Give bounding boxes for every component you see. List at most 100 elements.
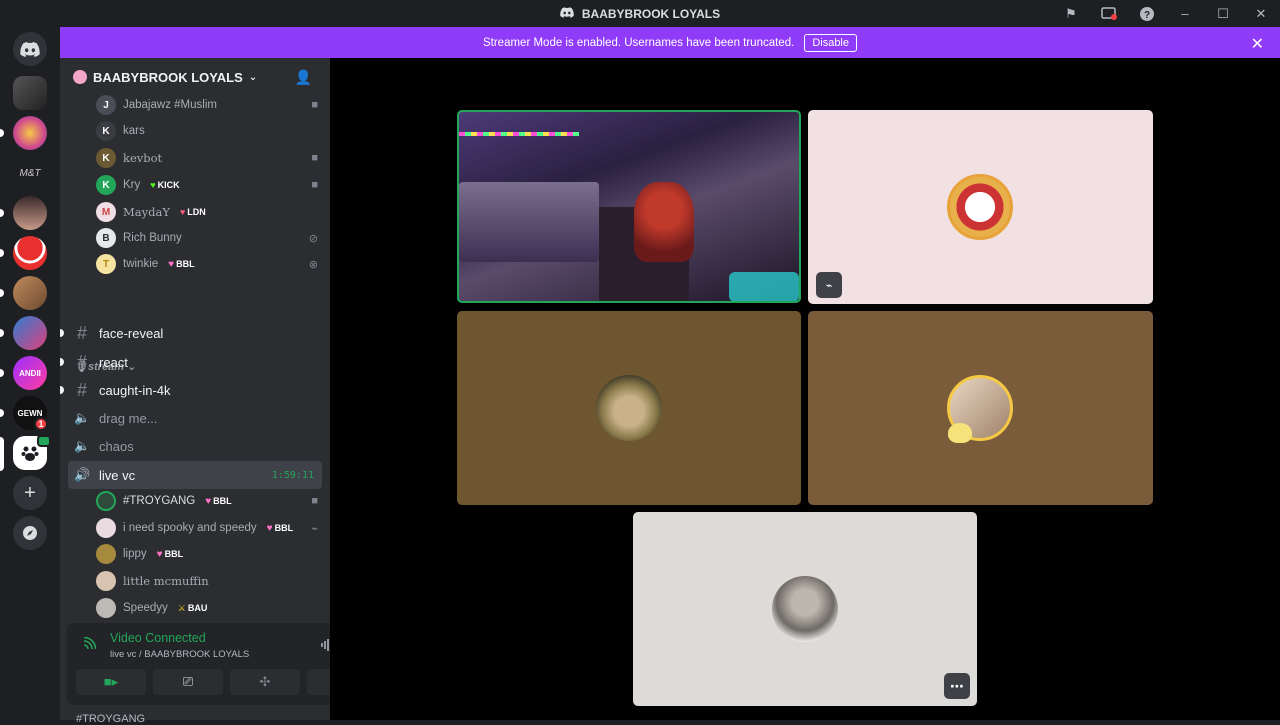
heart-icon: ♥ xyxy=(179,207,186,217)
avatar: K xyxy=(96,175,116,195)
call-timer: 1:59:11 xyxy=(271,469,314,481)
avatar: K xyxy=(96,148,116,168)
server-icon-cat[interactable] xyxy=(13,276,47,310)
home-button[interactable] xyxy=(13,32,47,66)
server-icon-mushroom[interactable] xyxy=(13,236,47,270)
close-icon[interactable]: ✕ xyxy=(1251,34,1264,54)
help-icon[interactable]: ? xyxy=(1128,0,1166,27)
avatar xyxy=(772,576,838,642)
screen-share-icon: ⌁ xyxy=(311,523,318,535)
xbox-icon: ⊗ xyxy=(308,259,318,271)
channel-name: face-reveal xyxy=(99,325,164,341)
voice-location[interactable]: live vc / BAABYBROOK LOYALS xyxy=(110,649,249,660)
member-name: Speedyy xyxy=(123,602,168,614)
role-tag: ♥ BBL xyxy=(266,522,294,534)
video-camera-icon: ■▸ xyxy=(103,674,119,689)
voice-status[interactable]: Video Connected xyxy=(110,631,206,645)
heart-icon: ♥ xyxy=(150,180,156,190)
unread-indicator xyxy=(0,329,4,337)
screen-share-button[interactable]: ⎚ xyxy=(153,669,223,695)
unread-indicator xyxy=(60,329,64,337)
server-name: BAABYBROOK LOYALS xyxy=(93,69,243,85)
unread-indicator xyxy=(0,129,4,137)
video-stage: ⌁ ⋯ xyxy=(330,58,1280,720)
discord-home-icon xyxy=(20,41,40,57)
user-panel-name: #TROYGANG xyxy=(76,713,146,725)
server-icon-art[interactable] xyxy=(13,316,47,350)
voice-member-row[interactable]: M MaydaY ♥ LDN xyxy=(96,199,318,225)
server-icon-car[interactable] xyxy=(13,76,47,110)
channel-name: live vc xyxy=(99,467,136,483)
server-list: M&T ANDII GEWN 1 + xyxy=(0,27,60,720)
screen-share-indicator-icon[interactable]: ⌁ xyxy=(816,272,842,298)
speaker-icon: 🔈 xyxy=(74,410,91,425)
member-name: twinkie xyxy=(123,258,159,270)
text-channel-icon: # xyxy=(76,351,87,372)
avatar: M xyxy=(96,202,116,222)
selected-server-indicator xyxy=(0,437,4,471)
voice-member-row[interactable]: J Jabajawz #Muslim ■ xyxy=(96,92,318,118)
avatar xyxy=(596,375,662,441)
voice-member-row[interactable]: i need spooky and speedy ♥ BBL ⌁ xyxy=(96,515,318,541)
window-title: BAABYBROOK LOYALS xyxy=(560,7,720,21)
activities-button[interactable]: ✣ xyxy=(230,669,300,695)
avatar: B xyxy=(96,228,116,248)
avatar: T xyxy=(96,254,116,274)
camera-toggle-button[interactable]: ■▸ xyxy=(76,669,146,695)
text-channel-icon: # xyxy=(76,322,87,343)
streamer-mode-banner: Streamer Mode is enabled. Usernames have… xyxy=(60,27,1280,58)
heart-icon: ♥ xyxy=(205,495,212,507)
heart-icon: ♥ xyxy=(156,548,163,560)
voice-member-row[interactable]: T twinkie ♥ BBL ⊗ xyxy=(96,251,318,277)
voice-member-row[interactable]: #TROYGANG ♥ BBL ■ xyxy=(96,488,318,514)
channel-name: caught-in-4k xyxy=(99,382,171,398)
video-tile-lippy[interactable] xyxy=(457,311,801,505)
voice-member-row[interactable]: Speedyy ⚔ BAU xyxy=(96,595,318,621)
more-options-icon[interactable]: ⋯ xyxy=(944,673,970,699)
server-avatar-icon xyxy=(73,70,87,84)
channel-live-vc[interactable]: 🔊 live vc 1:59:11 xyxy=(68,461,322,489)
invite-people-icon[interactable]: 👤 xyxy=(295,69,312,86)
voice-member-row[interactable]: little mcmuffin xyxy=(96,568,318,594)
unread-indicator xyxy=(0,289,4,297)
maximize-button[interactable]: ☐ xyxy=(1204,0,1242,27)
avatar xyxy=(96,571,116,591)
voice-member-row[interactable]: K kars xyxy=(96,118,318,144)
paw-icon xyxy=(21,446,39,461)
voice-member-row[interactable]: lippy ♥ BBL xyxy=(96,541,318,567)
signal-strength-icon[interactable] xyxy=(82,636,97,654)
video-tile-spooky[interactable]: ⌁ xyxy=(808,110,1153,304)
video-fairy-lights-shape xyxy=(459,132,579,136)
voice-member-row[interactable]: K kevbot ■ xyxy=(96,145,318,171)
sword-icon: ⚔ xyxy=(177,602,186,613)
server-icon-rainbow[interactable] xyxy=(13,116,47,150)
inbox-flag-icon[interactable]: ⚑ xyxy=(1052,0,1090,27)
channel-caught-in-4k[interactable]: # caught-in-4k xyxy=(60,376,322,404)
add-server-button[interactable]: + xyxy=(13,476,47,510)
explore-servers-button[interactable] xyxy=(13,516,47,550)
server-icon-person[interactable] xyxy=(13,196,47,230)
minimize-button[interactable]: – xyxy=(1166,0,1204,27)
server-icon-signature[interactable]: M&T xyxy=(13,156,47,190)
unread-indicator xyxy=(0,209,4,217)
video-tile-speedyy[interactable]: ⋯ xyxy=(633,512,977,706)
disable-streamer-mode-button[interactable]: Disable xyxy=(804,33,857,52)
channel-drag-me[interactable]: 🔈 drag me... xyxy=(68,404,322,432)
avatar xyxy=(96,598,116,618)
voice-member-row[interactable]: K Kry ♥ KICK ■ xyxy=(96,172,318,198)
member-name: kevbot xyxy=(123,151,163,165)
server-icon-andii-skwad[interactable]: ANDII xyxy=(13,356,47,390)
video-tile-troygang[interactable] xyxy=(457,110,801,303)
video-tile-little-mcmuffin[interactable] xyxy=(808,311,1153,505)
camera-icon: ■ xyxy=(311,99,318,111)
close-window-button[interactable]: ✕ xyxy=(1242,0,1280,27)
channel-react[interactable]: # react xyxy=(60,348,322,376)
channel-chaos[interactable]: 🔈 chaos xyxy=(68,432,322,460)
role-tag: ♥ LDN xyxy=(179,207,206,217)
avatar: J xyxy=(96,95,116,115)
screen-share-status-icon[interactable] xyxy=(1090,0,1128,27)
channel-face-reveal[interactable]: # face-reveal xyxy=(60,319,322,347)
voice-member-row[interactable]: B Rich Bunny ⊘ xyxy=(96,225,318,251)
server-header[interactable]: BAABYBROOK LOYALS ⌄ 👤 xyxy=(60,58,330,96)
mention-badge: 1 xyxy=(34,417,48,431)
